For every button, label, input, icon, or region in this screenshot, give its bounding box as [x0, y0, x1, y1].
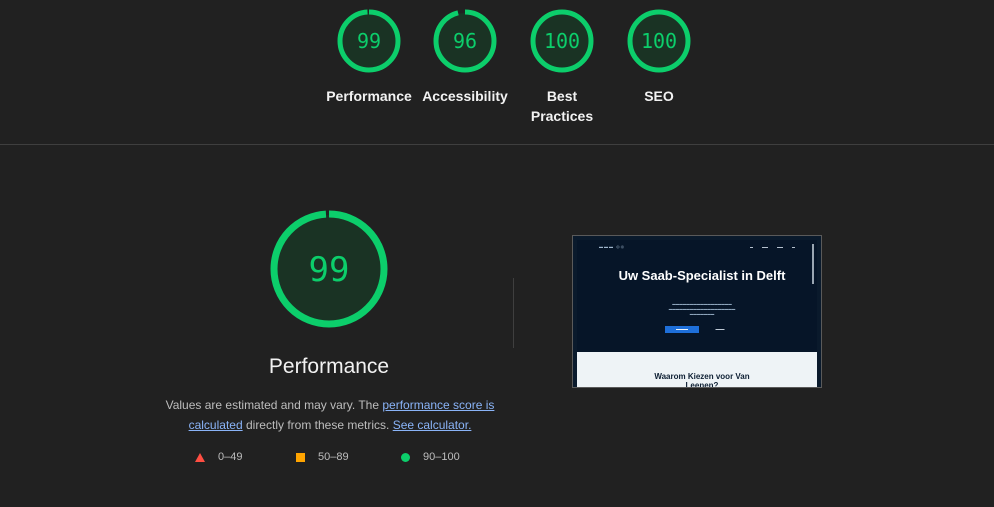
hero-primary-button: ▬▬▬▬	[665, 326, 699, 333]
score-summary: 99 Performance 96 Accessibility 100 Best…	[0, 0, 994, 145]
gauge-score: 100	[544, 29, 580, 53]
description-text: Values are estimated and may vary. The	[165, 398, 383, 412]
gauge-label: Accessibility	[422, 88, 508, 104]
legend-range: 50–89	[318, 451, 349, 463]
legend-range: 0–49	[218, 451, 243, 463]
hero-secondary-button: ▬▬▬	[715, 327, 725, 331]
performance-description: Values are estimated and may vary. The p…	[150, 395, 510, 435]
hero-subtitle-lines: ▬▬▬▬▬▬▬▬▬▬▬▬▬▬▬▬▬ ▬▬▬▬▬▬▬▬▬▬▬▬▬▬▬▬▬▬▬ ▬▬▬▬…	[668, 302, 736, 316]
gauge-label: Performance	[326, 88, 412, 104]
gauge-label: Best Practices	[530, 88, 594, 124]
circle-icon	[401, 452, 410, 462]
nav-item: ▬▬	[762, 245, 768, 249]
description-text: directly from these metrics.	[242, 418, 393, 432]
gauge-ring: 100	[530, 9, 594, 73]
nav-item: ▬	[792, 245, 795, 249]
gauge-seo[interactable]: 100 SEO	[609, 8, 709, 106]
performance-gauge-large: 99	[268, 208, 390, 335]
legend-pass: 90–100	[401, 451, 460, 463]
legend-range: 90–100	[423, 451, 460, 463]
legend-average: 50–89	[296, 451, 349, 463]
gauge-ring: 96	[433, 9, 497, 73]
triangle-icon	[195, 452, 205, 462]
site-logo: ▬▬▬ ◎◎	[599, 244, 626, 249]
thumbnail-section: Waarom Kiezen voor Van Leenen?	[577, 352, 817, 388]
performance-score: 99	[309, 250, 350, 290]
performance-title: Performance	[268, 355, 390, 378]
nav-item: ▬▬	[777, 245, 783, 249]
site-nav: ▬ ▬▬ ▬▬ ▬	[750, 245, 795, 249]
final-screenshot-thumbnail[interactable]: ▬▬▬ ◎◎ ▬ ▬▬ ▬▬ ▬ Uw Saab-Specialist in D…	[572, 235, 822, 388]
gauge-score: 96	[453, 29, 477, 53]
score-legend: 0–49 50–89 90–100	[195, 451, 485, 467]
gauge-ring: 99	[270, 210, 388, 328]
legend-fail: 0–49	[195, 451, 242, 463]
gauge-accessibility[interactable]: 96 Accessibility	[415, 8, 515, 106]
vertical-divider	[513, 278, 514, 348]
gauge-label: SEO	[644, 88, 674, 104]
thumbnail-hero: ▬▬▬ ◎◎ ▬ ▬▬ ▬▬ ▬ Uw Saab-Specialist in D…	[577, 240, 817, 352]
gauge-score: 100	[641, 29, 677, 53]
thumbnail-scrollbar	[812, 244, 814, 284]
nav-item: ▬	[750, 245, 753, 249]
section-title: Waarom Kiezen voor Van Leenen?	[654, 372, 750, 388]
square-icon	[296, 452, 305, 462]
gauge-ring: 99	[337, 9, 401, 73]
gauge-ring: 100	[627, 9, 691, 73]
gauge-score: 99	[357, 29, 381, 53]
gauge-performance[interactable]: 99 Performance	[319, 8, 419, 106]
see-calculator-link[interactable]: See calculator.	[393, 418, 472, 432]
hero-title: Uw Saab-Specialist in Delft	[618, 268, 786, 283]
gauge-best-practices[interactable]: 100 Best Practices	[512, 8, 612, 126]
